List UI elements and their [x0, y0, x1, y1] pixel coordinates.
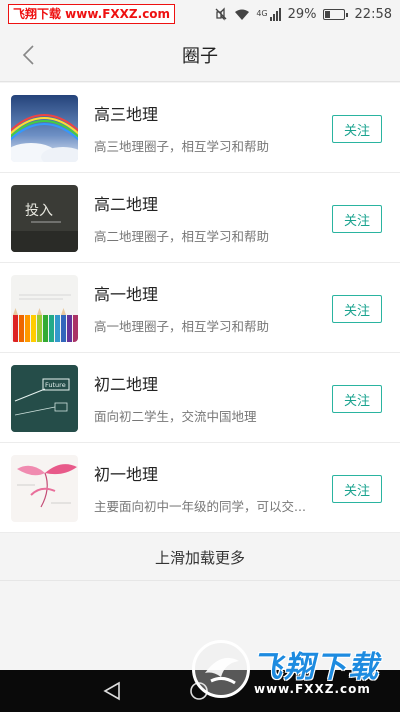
- circle-title: 高二地理: [94, 195, 159, 214]
- load-more-hint[interactable]: 上滑加载更多: [0, 535, 400, 581]
- watermark-brand: 飞翔下载: [252, 650, 380, 685]
- rainbow-sky-image: [11, 95, 78, 162]
- follow-button[interactable]: 关注: [332, 385, 382, 413]
- logo-icon: [205, 657, 239, 685]
- circle-title: 高三地理: [94, 105, 159, 124]
- dark-board-image: 投入: [11, 185, 78, 252]
- title-bar: 圈子: [0, 28, 400, 82]
- circle-thumbnail: Future: [11, 365, 78, 432]
- wifi-icon: [235, 9, 250, 20]
- battery-percent: 29%: [287, 6, 317, 22]
- list-item[interactable]: 投入 高二地理 高二地理圈子，相互学习和帮助 关注: [0, 173, 400, 263]
- chalkboard-future-image: Future: [11, 365, 78, 432]
- status-bar: 飞翔下载 www.FXXZ.com 4G 29% 22:58: [0, 0, 400, 28]
- battery-fill: [324, 10, 330, 18]
- pink-flower-image: [11, 455, 78, 522]
- watermark-domain: www.FXXZ.com: [254, 682, 371, 696]
- chevron-left-icon: [22, 45, 34, 65]
- circle-description: 主要面向初中一年级的同学，可以交...: [94, 499, 306, 514]
- list-item[interactable]: 初一地理 主要面向初中一年级的同学，可以交... 关注: [0, 443, 400, 533]
- thumb-text: Future: [45, 381, 66, 389]
- watermark-logo: [192, 640, 250, 698]
- list-item[interactable]: 高三地理 高三地理圈子，相互学习和帮助 关注: [0, 83, 400, 173]
- signal-icon: [269, 7, 281, 21]
- circle-description: 高三地理圈子，相互学习和帮助: [94, 139, 270, 154]
- follow-button[interactable]: 关注: [332, 475, 382, 503]
- watermark-top: 飞翔下载 www.FXXZ.com: [8, 4, 176, 24]
- list-item[interactable]: 高一地理 高一地理圈子，相互学习和帮助 关注: [0, 263, 400, 353]
- page-title: 圈子: [182, 45, 218, 67]
- mute-icon: [215, 7, 227, 21]
- circle-description: 高一地理圈子，相互学习和帮助: [94, 319, 270, 334]
- circle-title: 高一地理: [94, 285, 159, 304]
- status-icons: 4G 29% 22:58: [214, 7, 392, 22]
- follow-button[interactable]: 关注: [332, 115, 382, 143]
- thumb-text: 投入: [25, 203, 53, 219]
- circle-thumbnail: [11, 95, 78, 162]
- network-type: 4G: [256, 8, 268, 18]
- circle-thumbnail: [11, 275, 78, 342]
- circle-description: 面向初二学生，交流中国地理: [94, 409, 257, 424]
- circle-title: 初二地理: [94, 375, 159, 394]
- battery-icon: [322, 8, 348, 20]
- follow-button[interactable]: 关注: [332, 295, 382, 323]
- circle-title: 初一地理: [94, 465, 159, 484]
- watermark-bottom: 飞翔下载 www.FXXZ.com: [188, 636, 393, 702]
- circle-thumbnail: 投入: [11, 185, 78, 252]
- circle-description: 高二地理圈子，相互学习和帮助: [94, 229, 270, 244]
- clock: 22:58: [354, 6, 392, 22]
- circle-list: 高三地理 高三地理圈子，相互学习和帮助 关注 投入 高二地理 高二地理圈子，相互…: [0, 83, 400, 533]
- circle-thumbnail: [11, 455, 78, 522]
- back-button[interactable]: [14, 41, 42, 69]
- colored-pencils-image: [11, 275, 78, 342]
- list-item[interactable]: Future 初二地理 面向初二学生，交流中国地理 关注: [0, 353, 400, 443]
- follow-button[interactable]: 关注: [332, 205, 382, 233]
- nav-back-icon[interactable]: [101, 680, 123, 702]
